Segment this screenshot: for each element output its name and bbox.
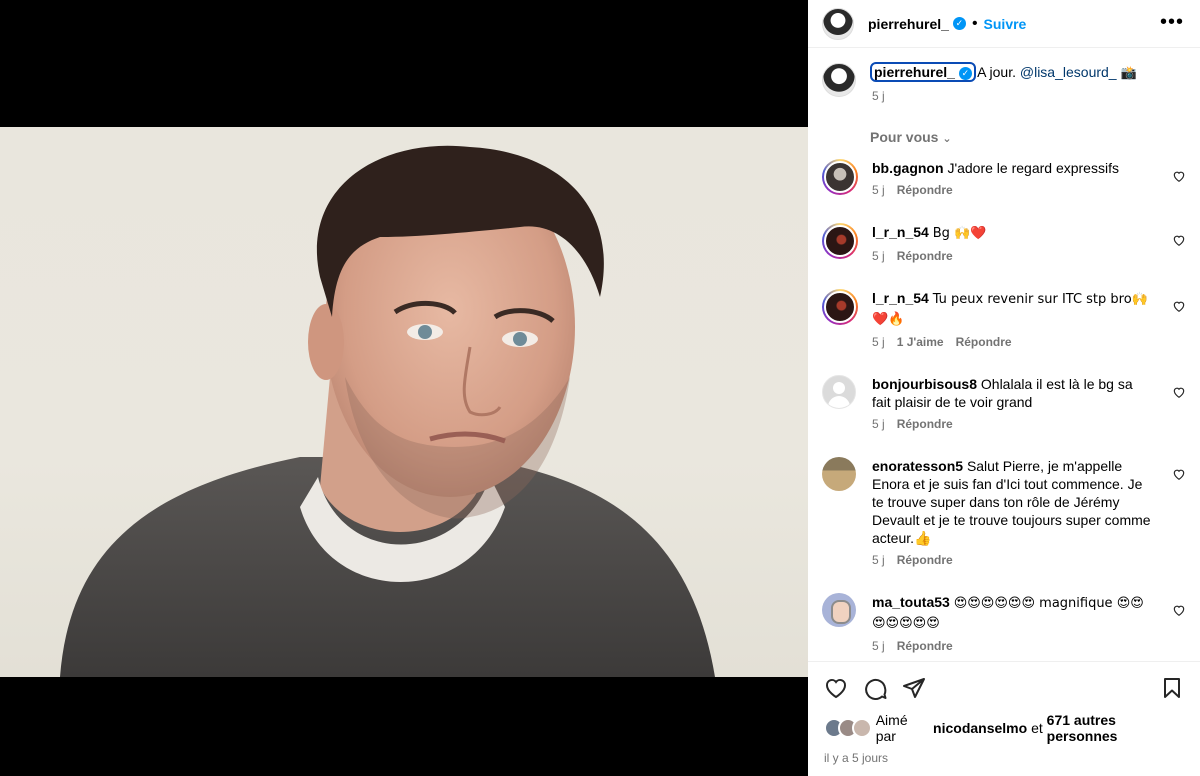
reply-button[interactable]: Répondre: [897, 417, 953, 431]
comment-username[interactable]: ma_touta53: [872, 594, 950, 610]
comment-username[interactable]: l_r_n_54: [872, 224, 929, 240]
comment-text: Bg 🙌❤️: [932, 226, 987, 241]
bookmark-icon[interactable]: [1160, 676, 1184, 700]
post-header: pierrehurel_ ✓ • Suivre •••: [808, 0, 1200, 48]
post-date[interactable]: il y a 5 jours: [824, 751, 1184, 765]
action-bar: [824, 662, 1184, 712]
comment-item: bb.gagnon J'adore le regard expressifs 5…: [822, 159, 1186, 197]
liker-avatars: [824, 718, 872, 738]
post-caption: pierrehurel_ ✓ A jour. @lisa_lesourd_ 📸 5…: [822, 62, 1186, 103]
comment-username[interactable]: l_r_n_54: [872, 290, 929, 306]
comment-like-heart-icon[interactable]: [1172, 467, 1186, 481]
comment-like-heart-icon[interactable]: [1172, 385, 1186, 399]
reply-button[interactable]: Répondre: [897, 249, 953, 263]
for-you-section-label[interactable]: Pour vous ⌄: [870, 129, 1186, 147]
portrait-illustration: [60, 145, 715, 677]
comment-time[interactable]: 5 j: [872, 183, 885, 197]
separator-dot: •: [971, 14, 978, 32]
commenter-avatar[interactable]: [822, 375, 856, 409]
follow-button[interactable]: Suivre: [984, 16, 1027, 32]
comment-like-heart-icon[interactable]: [1172, 233, 1186, 247]
liked-by-count[interactable]: 671 autres personnes: [1047, 712, 1184, 744]
comment-username[interactable]: bonjourbisous8: [872, 376, 977, 392]
comment-item: l_r_n_54 Tu peux revenir sur ITC stp bro…: [822, 289, 1186, 349]
post-side-panel: pierrehurel_ ✓ • Suivre ••• pierrehurel_…: [808, 0, 1200, 776]
comment-like-heart-icon[interactable]: [1172, 169, 1186, 183]
author-avatar[interactable]: [822, 7, 854, 40]
comment-time[interactable]: 5 j: [872, 335, 885, 349]
comment-icon[interactable]: [864, 676, 888, 700]
reply-button[interactable]: Répondre: [897, 553, 953, 567]
liked-by-prefix: Aimé par: [875, 712, 908, 744]
liked-by-user[interactable]: nicodanselmo: [933, 720, 1027, 736]
chevron-down-icon: ⌄: [942, 133, 952, 145]
comment-item: l_r_n_54 Bg 🙌❤️ 5 j Répondre: [822, 223, 1186, 263]
heart-icon[interactable]: [824, 676, 848, 700]
verified-badge-icon: ✓: [958, 67, 972, 80]
comment-time[interactable]: 5 j: [872, 639, 885, 653]
caption-emoji: 📸: [1120, 66, 1137, 81]
liker-avatar: [852, 718, 872, 738]
reply-button[interactable]: Répondre: [897, 639, 953, 653]
comments-list[interactable]: pierrehurel_ ✓ A jour. @lisa_lesourd_ 📸 5…: [808, 49, 1200, 660]
comment-time[interactable]: 5 j: [872, 249, 885, 263]
caption-username[interactable]: pierrehurel_ ✓: [870, 62, 976, 82]
commenter-avatar[interactable]: [822, 457, 856, 491]
comment-item: bonjourbisous8 Ohlalala il est là le bg …: [822, 375, 1186, 431]
post-photo[interactable]: [0, 127, 808, 677]
commenter-avatar[interactable]: [822, 289, 858, 325]
liked-by-mid: et: [1031, 720, 1043, 736]
commenter-avatar[interactable]: [822, 593, 856, 627]
reply-button[interactable]: Répondre: [956, 335, 1012, 349]
commenter-avatar[interactable]: [822, 159, 858, 195]
post-footer: Aimé par nicodanselmo et 671 autres pers…: [808, 661, 1200, 776]
share-icon[interactable]: [902, 676, 926, 700]
comment-like-heart-icon[interactable]: [1172, 299, 1186, 313]
comment-like-heart-icon[interactable]: [1172, 603, 1186, 617]
commenter-avatar[interactable]: [822, 223, 858, 259]
caption-time[interactable]: 5 j: [872, 89, 885, 103]
caption-avatar[interactable]: [822, 63, 856, 97]
comment-username[interactable]: enoratesson5: [872, 458, 963, 474]
author-username[interactable]: pierrehurel_: [868, 16, 949, 32]
comment-likes-count[interactable]: 1 J'aime: [897, 335, 944, 349]
comment-text: J'adore le regard expressifs: [947, 160, 1119, 176]
likes-summary: Aimé par nicodanselmo et 671 autres pers…: [824, 712, 1184, 744]
post-media: [0, 0, 808, 776]
for-you-label: Pour vous: [870, 129, 939, 145]
caption-mention[interactable]: @lisa_lesourd_: [1020, 64, 1117, 80]
verified-badge-icon: ✓: [952, 17, 966, 30]
reply-button[interactable]: Répondre: [897, 183, 953, 197]
caption-text: A jour.: [977, 64, 1020, 80]
comment-time[interactable]: 5 j: [872, 417, 885, 431]
comment-item: ma_touta53 😍😍😍😍😍😍 magnifique 😍😍😍😍😍😍😍 5 j…: [822, 593, 1186, 653]
comment-item: enoratesson5 Salut Pierre, je m'appelle …: [822, 457, 1186, 567]
comment-time[interactable]: 5 j: [872, 553, 885, 567]
more-options-icon[interactable]: •••: [1160, 12, 1184, 32]
comment-username[interactable]: bb.gagnon: [872, 160, 944, 176]
